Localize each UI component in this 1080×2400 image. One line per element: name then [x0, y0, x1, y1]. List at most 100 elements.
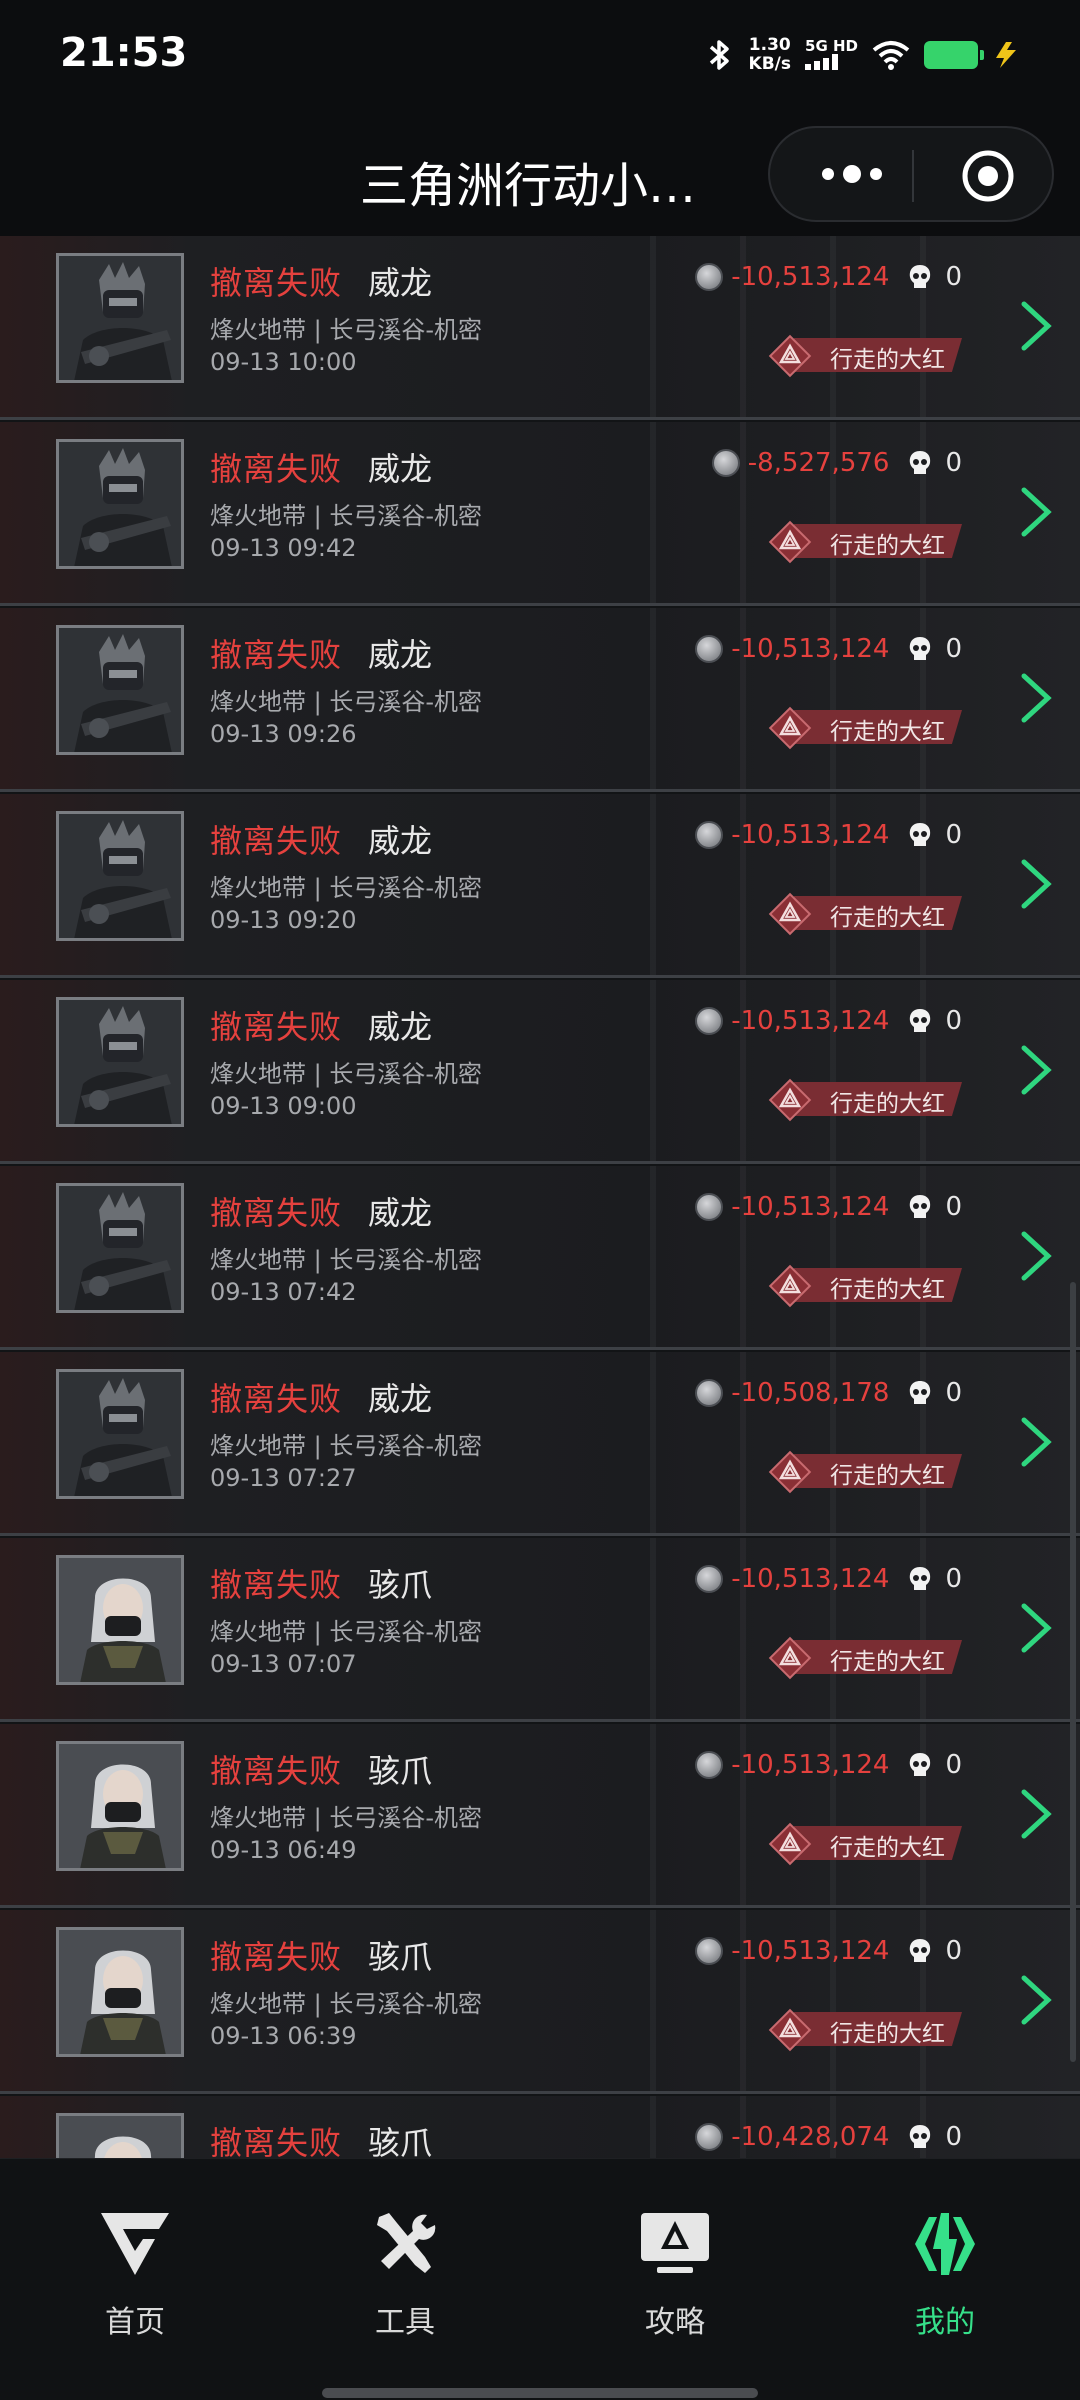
status-bar: 21:53 1.30 KB/s 5G HD	[0, 0, 1080, 118]
match-record-row[interactable]: 撤离失败 威龙 烽火地带 | 长弓溪谷-机密 09-13 09:20 -10,5…	[0, 794, 1080, 978]
match-record-row[interactable]: 撤离失败 威龙 烽火地带 | 长弓溪谷-机密 09-13 09:42 -8,52…	[0, 422, 1080, 606]
kill-count: 0	[945, 1378, 962, 1408]
kill-count: 0	[945, 1750, 962, 1780]
tab-home[interactable]: 首页	[60, 2209, 210, 2341]
value-change: -10,513,124	[731, 262, 890, 292]
extraction-status: 撤离失败	[210, 1938, 343, 1976]
match-record-list[interactable]: 撤离失败 威龙 烽火地带 | 长弓溪谷-机密 09-13 10:00 -10,5…	[0, 236, 1080, 2158]
extraction-status: 撤离失败	[210, 1008, 343, 1046]
chevron-right-icon[interactable]	[1018, 486, 1054, 538]
rank-triangle-icon	[768, 520, 812, 564]
rank-triangle-icon	[768, 2008, 812, 2052]
skull-icon	[910, 1009, 931, 1032]
chevron-right-icon[interactable]	[1018, 1788, 1054, 1840]
coin-icon	[695, 1937, 724, 1965]
match-time: 09-13 09:26	[210, 720, 357, 748]
signal-icon	[805, 53, 839, 70]
operator-portrait	[59, 1000, 181, 1124]
match-record-row[interactable]: 撤离失败 威龙 烽火地带 | 长弓溪谷-机密 09-13 07:42 -10,5…	[0, 1166, 1080, 1350]
rank-triangle-icon	[768, 334, 812, 378]
rank-badge: 行走的大红	[764, 1262, 964, 1308]
match-record-row[interactable]: 撤离失败 威龙 烽火地带 | 长弓溪谷-机密 09-13 09:26 -10,5…	[0, 608, 1080, 792]
match-record-row[interactable]: 撤离失败 威龙 烽火地带 | 长弓溪谷-机密 09-13 07:27 -10,5…	[0, 1352, 1080, 1536]
operator-name: 骇爪	[368, 2124, 433, 2158]
operator-portrait	[59, 1558, 181, 1682]
rank-label: 行走的大红	[830, 1649, 945, 1675]
map-info: 烽火地带 | 长弓溪谷-机密	[210, 688, 483, 716]
match-time: 09-13 07:42	[210, 1278, 357, 1306]
chevron-right-icon[interactable]	[1018, 1230, 1054, 1282]
chevron-right-icon[interactable]	[1018, 1416, 1054, 1468]
operator-portrait	[59, 2116, 181, 2158]
rank-badge: 行走的大红	[764, 890, 964, 936]
match-time: 09-13 07:07	[210, 1650, 357, 1678]
coin-icon	[695, 263, 724, 291]
rank-label: 行走的大红	[830, 2021, 945, 2047]
wifi-icon	[872, 41, 910, 70]
chevron-right-icon[interactable]	[1018, 1044, 1054, 1096]
nav-bar: 三角洲行动小…	[0, 118, 1080, 236]
match-time: 09-13 06:49	[210, 1836, 357, 1864]
skull-icon	[910, 1381, 931, 1404]
match-time: 09-13 10:00	[210, 348, 357, 376]
charging-icon	[996, 42, 1016, 68]
operator-name: 威龙	[368, 450, 433, 488]
tab-guide[interactable]: 攻略	[600, 2209, 750, 2341]
match-record-row[interactable]: 撤离失败 骇爪 烽火地带 | 长弓溪谷-机密 09-13 06:39 -10,5…	[0, 1910, 1080, 2094]
operator-name: 威龙	[368, 636, 433, 674]
operator-portrait	[59, 1186, 181, 1310]
operator-name: 威龙	[368, 822, 433, 860]
bottom-tab-bar: 首页 工具 攻略 我的	[0, 2158, 1080, 2400]
chevron-right-icon[interactable]	[1018, 672, 1054, 724]
rank-label: 行走的大红	[830, 905, 945, 931]
net-type: 5G HD	[805, 38, 858, 73]
operator-name: 威龙	[368, 264, 433, 302]
chevron-right-icon[interactable]	[1018, 1602, 1054, 1654]
more-icon[interactable]	[812, 154, 892, 194]
operator-name: 骇爪	[368, 1752, 433, 1790]
operator-portrait	[59, 442, 181, 566]
rank-label: 行走的大红	[830, 1277, 945, 1303]
extraction-status: 撤离失败	[210, 450, 343, 488]
match-record-row[interactable]: 撤离失败 威龙 烽火地带 | 长弓溪谷-机密 09-13 09:00 -10,5…	[0, 980, 1080, 1164]
rank-triangle-icon	[768, 892, 812, 936]
home-logo-icon	[101, 2213, 169, 2275]
chevron-right-icon[interactable]	[1018, 858, 1054, 910]
operator-portrait	[59, 1930, 181, 2054]
rank-label: 行走的大红	[830, 719, 945, 745]
rank-label: 行走的大红	[830, 533, 945, 559]
status-time: 21:53	[60, 30, 188, 76]
scrollbar[interactable]	[1070, 1282, 1076, 2062]
operator-avatar	[56, 2113, 184, 2158]
operator-portrait	[59, 1372, 181, 1496]
kill-count: 0	[945, 1192, 962, 1222]
extraction-status: 撤离失败	[210, 1752, 343, 1790]
match-record-row[interactable]: 撤离失败 骇爪 烽火地带 | 长弓溪谷-机密 09-13 06:49 -10,5…	[0, 1724, 1080, 1908]
coin-icon	[695, 1751, 724, 1779]
tab-profile[interactable]: 我的	[870, 2209, 1020, 2341]
value-change: -10,513,124	[731, 820, 890, 850]
page-title: 三角洲行动小…	[360, 158, 697, 214]
guide-monitor-icon	[641, 2213, 709, 2273]
chevron-right-icon[interactable]	[1018, 300, 1054, 352]
coin-icon	[695, 1007, 724, 1035]
match-record-row[interactable]: 撤离失败 威龙 烽火地带 | 长弓溪谷-机密 09-13 10:00 -10,5…	[0, 236, 1080, 420]
operator-avatar	[56, 1741, 184, 1871]
home-indicator	[322, 2388, 758, 2398]
match-record-row[interactable]: 撤离失败 骇爪 -10,428,074 0	[0, 2096, 1080, 2158]
net-type-label: 5G HD	[805, 36, 858, 55]
map-info: 烽火地带 | 长弓溪谷-机密	[210, 1432, 483, 1460]
chevron-right-icon[interactable]	[1018, 1974, 1054, 2026]
map-info: 烽火地带 | 长弓溪谷-机密	[210, 1990, 483, 2018]
close-target-icon[interactable]	[960, 148, 1016, 204]
operator-portrait	[59, 1744, 181, 1868]
operator-avatar	[56, 1927, 184, 2057]
match-record-row[interactable]: 撤离失败 骇爪 烽火地带 | 长弓溪谷-机密 09-13 07:07 -10,5…	[0, 1538, 1080, 1722]
skull-icon	[910, 1753, 931, 1776]
coin-icon	[695, 1193, 724, 1221]
profile-logo-icon	[915, 2213, 975, 2275]
extraction-status: 撤离失败	[210, 822, 343, 860]
skull-icon	[910, 823, 931, 846]
tab-tools[interactable]: 工具	[330, 2209, 480, 2341]
value-summary: -10,513,124 0	[695, 820, 962, 850]
